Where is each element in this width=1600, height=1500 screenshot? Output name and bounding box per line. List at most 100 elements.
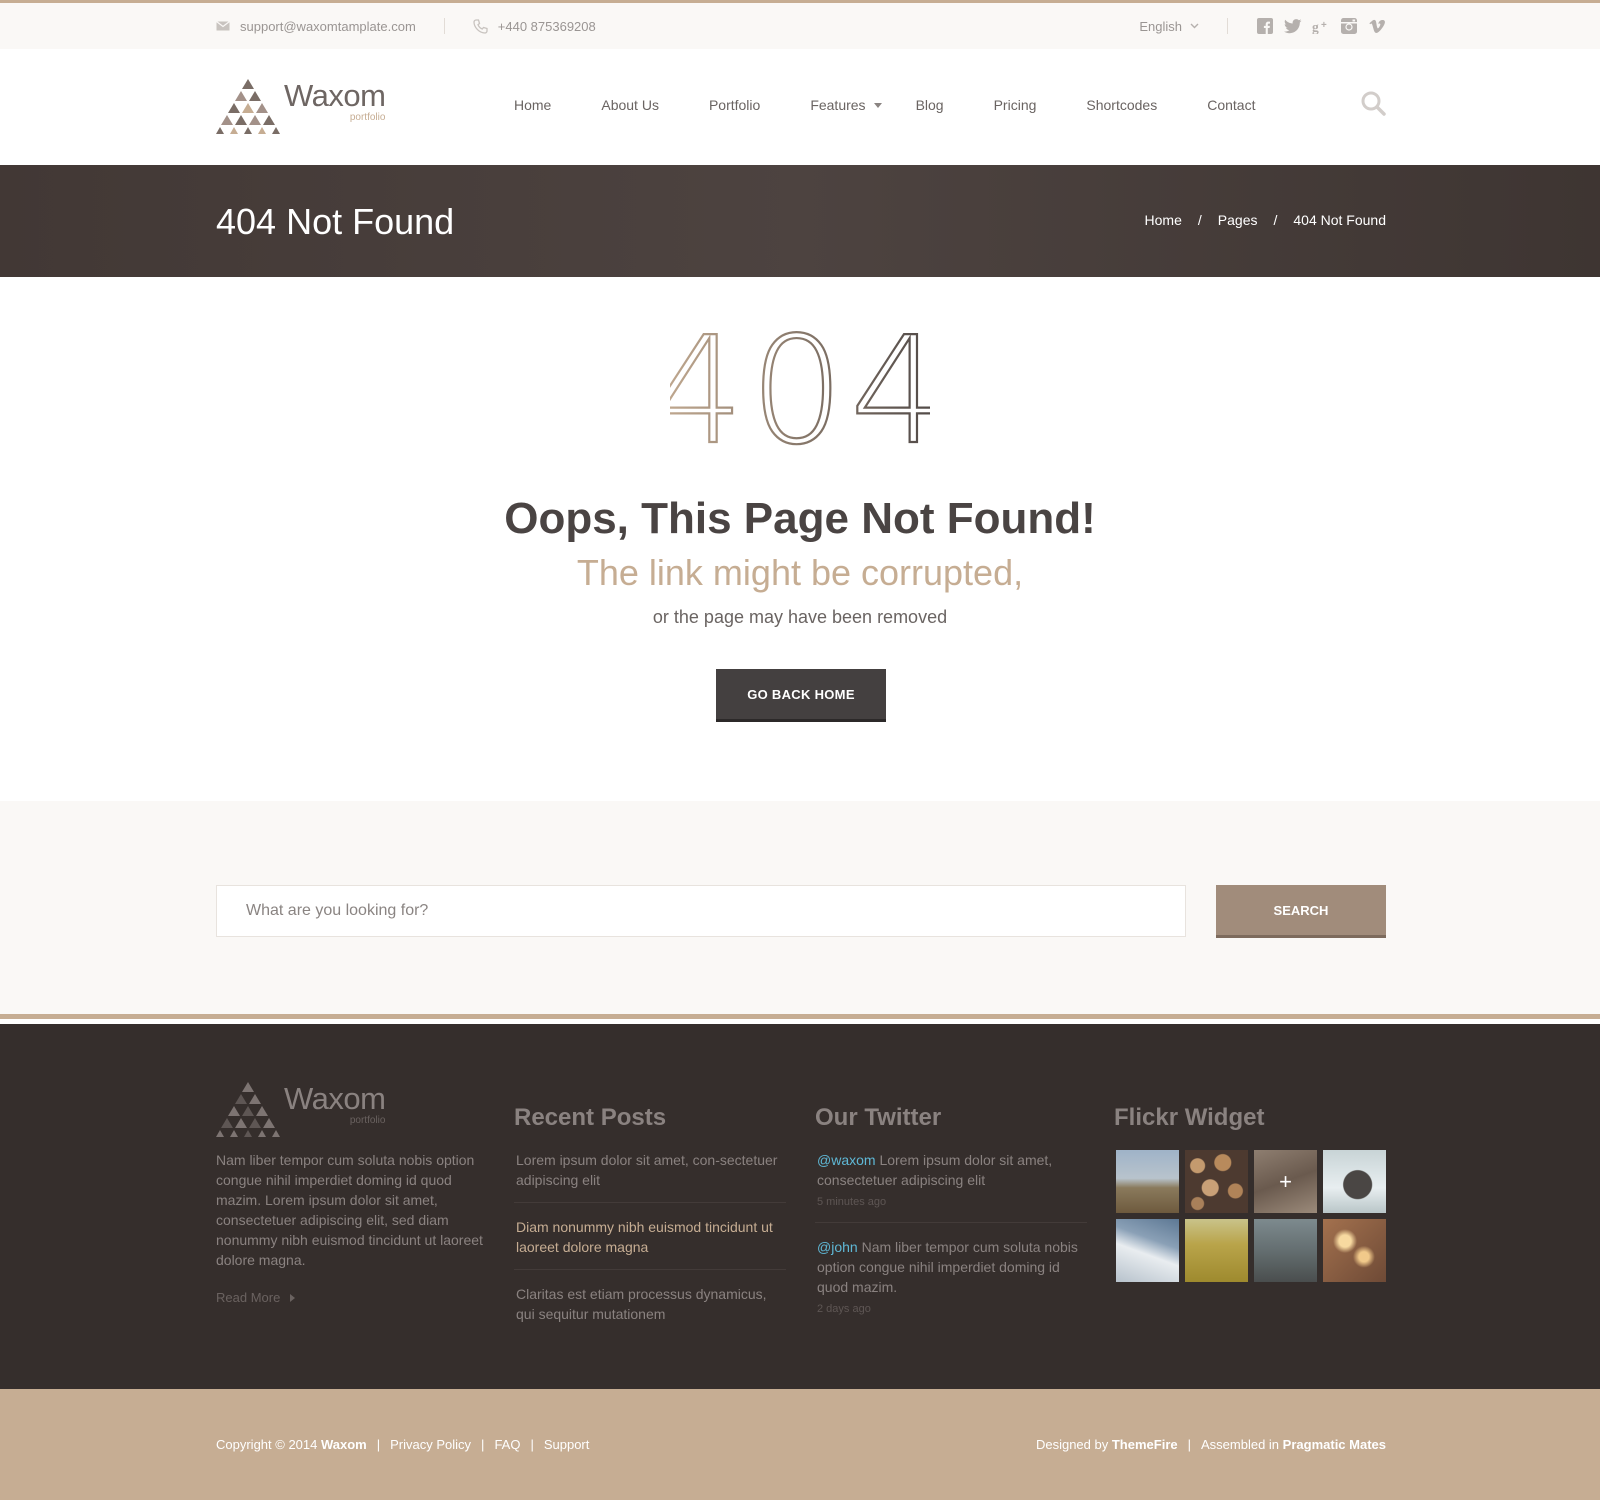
phone-number: +440 875369208 [473,19,596,34]
footer-about-text: Nam liber tempor cum soluta nobis option… [216,1152,483,1268]
faq-link[interactable]: FAQ [494,1437,520,1452]
logo-triangle-icon [216,79,280,134]
designer-link[interactable]: ThemeFire [1112,1437,1178,1452]
error-note: or the page may have been removed [652,607,948,627]
page-title-bar: 404 Not Found Home / Pages / 404 Not Fou… [0,165,1600,277]
error-code: 404 [0,326,1600,456]
read-more-link[interactable]: Read More [216,1290,491,1305]
flickr-photo[interactable] [1254,1219,1317,1282]
nav-features-label: Features [810,97,866,113]
footer-logo-subtitle: portfolio [349,1115,386,1126]
flickr-photo[interactable] [1116,1219,1179,1282]
main-nav: Home About Us Portfolio Features Blog Pr… [514,97,1305,113]
nav-features[interactable]: Features [810,97,882,113]
logo-name: Waxom [284,78,386,113]
svg-text:g: g [1312,19,1319,34]
breadcrumb-separator: / [1273,212,1278,228]
language-label: English [1139,18,1182,34]
logo-triangle-icon [216,1082,280,1137]
logo-subtitle: portfolio [349,112,386,123]
search-submit-button[interactable]: SEARCH [1216,885,1386,938]
flickr-photo[interactable] [1185,1150,1248,1213]
facebook-icon[interactable] [1256,17,1274,35]
language-selector[interactable]: English [1139,19,1199,34]
twitter-column: Our Twitter @waxom Lorem ipsum dolor sit… [815,1082,1087,1343]
vimeo-icon[interactable] [1368,17,1386,35]
tweet-user-link[interactable]: @john [817,1239,858,1255]
separator: | [530,1437,534,1452]
tweet: @waxom Lorem ipsum dolor sit amet, conse… [815,1150,1087,1223]
error-heading: Oops, This Page Not Found! [504,494,1096,543]
caret-right-icon [290,1293,296,1302]
support-email-text: support@waxomtamplate.com [240,18,416,34]
flickr-photo[interactable] [1116,1150,1179,1213]
nav-pricing[interactable]: Pricing [994,97,1037,113]
separator: | [376,1437,381,1452]
logo[interactable]: Waxom portfolio [216,78,386,135]
search-section: SEARCH [0,801,1600,1019]
flickr-photo[interactable]: + [1254,1150,1317,1213]
recent-post[interactable]: Diam nonummy nibh euismod tincidunt ut l… [514,1217,786,1270]
page-title: 404 Not Found [216,201,455,242]
copyright-brand: Waxom [320,1437,367,1452]
flickr-photo[interactable] [1185,1219,1248,1282]
instagram-icon[interactable] [1340,17,1358,35]
google-plus-icon[interactable]: g + [1312,17,1330,35]
svg-text:+: + [1321,20,1327,31]
credits: Designed by ThemeFire | Assembled in Pra… [1036,1437,1386,1452]
divider [1227,18,1228,34]
support-email[interactable]: support@waxomtamplate.com [216,19,416,34]
error-subheading: The link might be corrupted, [576,552,1024,593]
privacy-policy-link[interactable]: Privacy Policy [390,1437,471,1452]
social-links: g + [1256,17,1386,35]
breadcrumb-pages[interactable]: Pages [1218,212,1258,228]
copyright-text: Copyright © 2014 [216,1437,318,1452]
chevron-down-icon [1190,23,1199,29]
separator: | [1187,1437,1191,1452]
copyright: Copyright © 2014 Waxom | Privacy Policy … [216,1437,589,1452]
go-back-home-button[interactable]: GO BACK HOME [716,669,886,722]
nav-shortcodes[interactable]: Shortcodes [1086,97,1157,113]
plus-icon: + [1279,1168,1292,1194]
footer-logo[interactable]: Waxom portfolio [216,1082,491,1138]
bottom-bar: Copyright © 2014 Waxom | Privacy Policy … [0,1389,1600,1500]
envelope-icon [216,21,230,31]
support-link[interactable]: Support [544,1437,590,1452]
breadcrumb-home[interactable]: Home [1145,212,1182,228]
nav-about-us[interactable]: About Us [601,97,659,113]
nav-portfolio[interactable]: Portfolio [709,97,760,113]
flickr-title: Flickr Widget [1114,1104,1265,1131]
nav-home[interactable]: Home [514,97,551,113]
caret-down-icon [873,102,882,108]
footer: Waxom portfolio Nam liber tempor cum sol… [0,1024,1600,1389]
tweet-user-link[interactable]: @waxom [817,1152,876,1168]
search-input[interactable] [216,885,1186,937]
assembler-link[interactable]: Pragmatic Mates [1283,1437,1386,1452]
site-header: Waxom portfolio Home About Us Portfolio … [0,49,1600,165]
phone-icon [473,18,488,34]
read-more-label: Read More [216,1290,281,1305]
top-bar: support@waxomtamplate.com +440 875369208… [0,0,1600,49]
breadcrumb-separator: / [1197,212,1202,228]
search-icon [1361,91,1386,116]
nav-contact[interactable]: Contact [1207,97,1255,113]
assembled-in-label: Assembled in [1201,1437,1280,1452]
twitter-icon[interactable] [1284,17,1302,35]
phone-number-text: +440 875369208 [497,18,596,34]
flickr-photo[interactable] [1323,1219,1386,1282]
tweet: @john Nam liber tempor cum soluta nobis … [815,1237,1087,1329]
recent-post[interactable]: Lorem ipsum dolor sit amet, con-sectetue… [514,1150,786,1203]
flickr-column: Flickr Widget + [1114,1082,1386,1282]
recent-posts-column: Recent Posts Lorem ipsum dolor sit amet,… [514,1082,786,1350]
designed-by-label: Designed by [1035,1437,1109,1452]
footer-logo-name: Waxom [284,1081,386,1116]
flickr-photo[interactable] [1323,1150,1386,1213]
divider [443,18,445,34]
tweet-time: 5 minutes ago [817,1196,887,1208]
recent-posts-title: Recent Posts [514,1104,667,1131]
nav-blog[interactable]: Blog [916,97,944,113]
header-search-button[interactable] [1361,91,1386,121]
twitter-title: Our Twitter [815,1104,942,1131]
separator: | [481,1437,485,1452]
recent-post[interactable]: Claritas est etiam processus dynamicus, … [514,1284,786,1336]
